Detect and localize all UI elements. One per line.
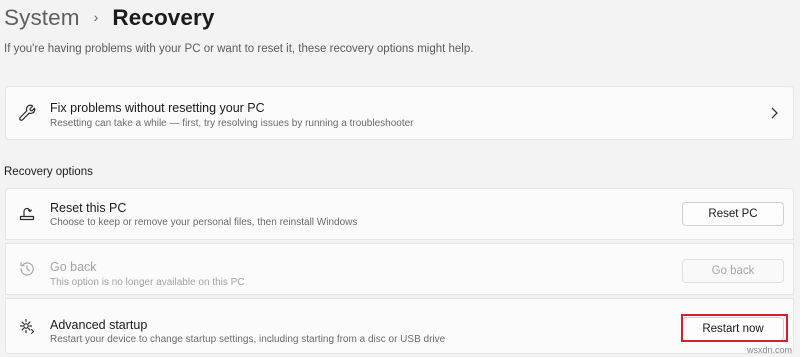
watermark: wsxdn.com	[746, 345, 792, 355]
breadcrumb: System › Recovery	[4, 2, 215, 34]
recovery-options-heading: Recovery options	[4, 166, 93, 178]
breadcrumb-separator: ›	[93, 9, 99, 25]
go-back-subtitle: This option is no longer available on th…	[50, 277, 245, 288]
reset-pc-button[interactable]: Reset PC	[682, 202, 784, 226]
go-back-card: Go back This option is no longer availab…	[5, 243, 794, 295]
go-back-button: Go back	[682, 259, 784, 283]
history-icon	[18, 260, 36, 278]
chevron-right-icon	[769, 106, 779, 120]
reset-pc-title: Reset this PC	[50, 201, 127, 215]
wrench-icon	[18, 104, 36, 122]
advanced-startup-title: Advanced startup	[50, 318, 148, 332]
gear-restart-icon	[18, 317, 36, 335]
fix-problems-title: Fix problems without resetting your PC	[50, 101, 265, 115]
reset-pc-subtitle: Choose to keep or remove your personal f…	[50, 217, 358, 228]
reset-pc-card: Reset this PC Choose to keep or remove y…	[5, 188, 794, 240]
page-description: If you're having problems with your PC o…	[4, 43, 474, 55]
advanced-startup-subtitle: Restart your device to change startup se…	[50, 334, 446, 345]
reset-pc-icon	[18, 205, 36, 223]
fix-problems-card[interactable]: Fix problems without resetting your PC R…	[5, 86, 794, 140]
go-back-title: Go back	[50, 260, 97, 274]
fix-problems-subtitle: Resetting can take a while — first, try …	[50, 118, 414, 129]
restart-now-highlight-box	[681, 314, 788, 342]
advanced-startup-card: Advanced startup Restart your device to …	[5, 298, 794, 354]
breadcrumb-system-link[interactable]: System	[4, 5, 80, 31]
page-title: Recovery	[112, 5, 215, 30]
